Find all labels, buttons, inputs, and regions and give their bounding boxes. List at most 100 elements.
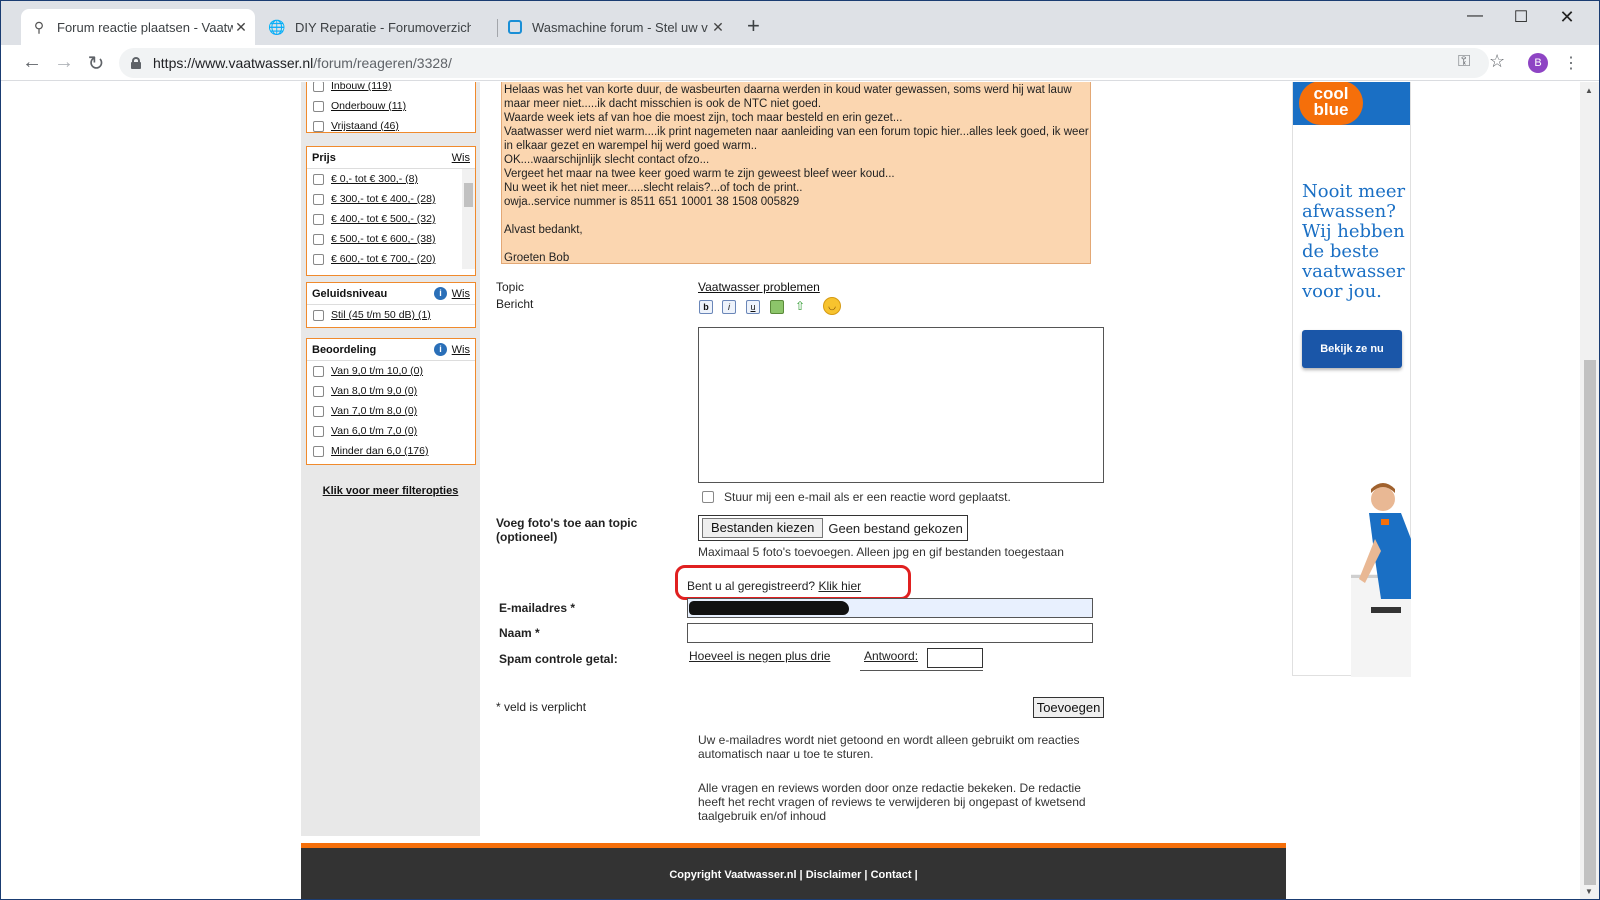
image-insert-icon[interactable] xyxy=(770,300,784,314)
filter-item-label[interactable]: Van 7,0 t/m 8,0 (0) xyxy=(331,405,417,417)
checkbox[interactable] xyxy=(313,233,324,245)
page-scrollbar[interactable]: ▲ ▼ xyxy=(1580,82,1599,899)
menu-kebab-icon[interactable]: ⋮ xyxy=(1563,53,1579,73)
key-icon[interactable]: ⚿ xyxy=(1458,53,1470,71)
filter-item[interactable]: Stil (45 t/m 50 dB) (1) xyxy=(307,305,475,325)
italic-button[interactable]: i xyxy=(722,300,736,314)
filter-item[interactable]: € 300,- tot € 400,- (28) xyxy=(307,189,475,209)
filter-item-label[interactable]: Minder dan 6,0 (176) xyxy=(331,445,428,457)
address-bar[interactable]: https://www.vaatwasser.nl/forum/reageren… xyxy=(119,48,1489,78)
checkbox[interactable] xyxy=(313,385,324,397)
file-upload[interactable]: Bestanden kiezen Geen bestand gekozen xyxy=(698,515,968,541)
filter-item[interactable]: € 600,- tot € 700,- (20) xyxy=(307,249,475,269)
coolblue-ad[interactable]: cool blue Nooit meer afwassen? Wij hebben… xyxy=(1292,82,1411,677)
filter-item-label[interactable]: Van 8,0 t/m 9,0 (0) xyxy=(331,385,417,397)
info-icon[interactable]: i xyxy=(434,343,447,356)
scroll-down-icon[interactable]: ▼ xyxy=(1585,887,1593,896)
topic-link[interactable]: Vaatwasser problemen xyxy=(698,280,820,294)
topic-label: Topic xyxy=(496,280,525,294)
filter-item[interactable]: € 400,- tot € 500,- (32) xyxy=(307,209,475,229)
scroll-up-icon[interactable]: ▲ xyxy=(1585,86,1593,95)
required-note: * veld is verplicht xyxy=(496,700,587,714)
name-label: Naam * xyxy=(499,626,540,640)
back-arrow-icon[interactable]: ← xyxy=(20,51,44,74)
smiley-icon[interactable]: ◡ xyxy=(823,297,841,315)
spam-answer-field[interactable] xyxy=(927,648,983,668)
filter-item-label[interactable]: Van 9,0 t/m 10,0 (0) xyxy=(331,365,423,377)
filter-item-label[interactable]: € 300,- tot € 400,- (28) xyxy=(331,193,435,205)
tab-forum-reactie[interactable]: ⚲ Forum reactie plaatsen - Vaatwasser.nl… xyxy=(21,9,255,45)
moderation-note: Alle vragen en reviews worden door onze … xyxy=(698,781,1086,823)
clear-price-link[interactable]: Wis xyxy=(452,152,470,164)
login-link[interactable]: Klik hier xyxy=(818,579,861,593)
checkbox[interactable] xyxy=(313,309,324,321)
checkbox[interactable] xyxy=(313,82,324,92)
submit-button[interactable]: Toevoegen xyxy=(1033,697,1104,718)
filter-item[interactable]: € 500,- tot € 600,- (38) xyxy=(307,229,475,249)
reload-icon[interactable]: ↻ xyxy=(84,51,108,76)
filter-item[interactable]: Inbouw (119) xyxy=(307,82,475,96)
wasmachine-favicon-icon xyxy=(508,20,522,34)
filter-item[interactable]: Van 6,0 t/m 7,0 (0) xyxy=(307,421,475,441)
underline-button[interactable]: u xyxy=(746,300,760,314)
filter-item[interactable]: Van 7,0 t/m 8,0 (0) xyxy=(307,401,475,421)
link-insert-icon[interactable]: ⇧ xyxy=(793,300,807,314)
star-icon[interactable]: ☆ xyxy=(1489,51,1505,72)
choose-files-button[interactable]: Bestanden kiezen xyxy=(702,518,824,538)
filter-item-label[interactable]: Onderbouw (11) xyxy=(331,100,406,112)
notify-checkbox[interactable] xyxy=(702,491,714,503)
filter-scrollbar[interactable] xyxy=(462,169,475,269)
filter-item-label[interactable]: Stil (45 t/m 50 dB) (1) xyxy=(331,309,431,321)
filter-item[interactable]: Vrijstaand (46) xyxy=(307,116,475,136)
filter-item-label[interactable]: Van 6,0 t/m 7,0 (0) xyxy=(331,425,417,437)
profile-avatar[interactable]: B xyxy=(1528,53,1548,73)
checkbox[interactable] xyxy=(313,213,324,225)
filter-item-label[interactable]: € 500,- tot € 600,- (38) xyxy=(331,233,435,245)
page-scroll-thumb[interactable] xyxy=(1584,360,1596,885)
bold-button[interactable]: b xyxy=(699,300,713,314)
more-filters-link[interactable]: Klik voor meer filteropties xyxy=(301,485,480,497)
tab-diy-reparatie[interactable]: 🌐 DIY Reparatie - Forumoverzicht xyxy=(259,9,489,45)
checkbox[interactable] xyxy=(313,405,324,417)
maximize-icon[interactable]: ☐ xyxy=(1498,7,1544,27)
filter-item-label[interactable]: € 600,- tot € 700,- (20) xyxy=(331,253,435,265)
filter-item[interactable]: € 0,- tot € 300,- (8) xyxy=(307,169,475,189)
window-close-icon[interactable]: ✕ xyxy=(1544,7,1590,28)
filter-price-box: Prijs Wis € 0,- tot € 300,- (8) € 300,- t… xyxy=(306,146,476,276)
filter-type-box: Inbouw (119) Onderbouw (11) Vrijstaand (… xyxy=(306,82,476,133)
ad-cta-button[interactable]: Bekijk ze nu xyxy=(1302,330,1402,368)
checkbox[interactable] xyxy=(313,173,324,185)
clear-noise-link[interactable]: Wis xyxy=(452,288,470,300)
filter-item-label[interactable]: € 400,- tot € 500,- (32) xyxy=(331,213,435,225)
forward-arrow-icon[interactable]: → xyxy=(52,51,76,74)
filter-item-label[interactable]: Inbouw (119) xyxy=(331,82,392,92)
divider xyxy=(860,670,983,671)
minimize-icon[interactable]: — xyxy=(1452,7,1498,25)
filter-item-label[interactable]: € 0,- tot € 300,- (8) xyxy=(331,173,418,185)
filter-item[interactable]: Van 8,0 t/m 9,0 (0) xyxy=(307,381,475,401)
disclaimer-link[interactable]: Disclaimer xyxy=(806,869,862,881)
filter-scroll-thumb[interactable] xyxy=(464,183,473,207)
filter-item-label[interactable]: Vrijstaand (46) xyxy=(331,120,399,132)
checkbox[interactable] xyxy=(313,120,324,132)
new-tab-plus-icon[interactable]: + xyxy=(747,13,760,39)
filter-item[interactable]: Onderbouw (11) xyxy=(307,96,475,116)
notify-option[interactable]: Stuur mij een e-mail als er een reactie … xyxy=(702,490,1011,504)
message-textarea[interactable] xyxy=(698,327,1104,483)
checkbox[interactable] xyxy=(313,100,324,112)
filter-item[interactable]: Minder dan 6,0 (176) xyxy=(307,441,475,461)
checkbox[interactable] xyxy=(313,445,324,457)
info-icon[interactable]: i xyxy=(434,287,447,300)
tab-close-icon[interactable]: ✕ xyxy=(233,19,249,36)
checkbox[interactable] xyxy=(313,253,324,265)
copyright-link[interactable]: Copyright Vaatwasser.nl xyxy=(669,869,796,881)
checkbox[interactable] xyxy=(313,425,324,437)
contact-link[interactable]: Contact xyxy=(871,869,912,881)
clear-rating-link[interactable]: Wis xyxy=(452,344,470,356)
checkbox[interactable] xyxy=(313,193,324,205)
name-field[interactable] xyxy=(687,623,1093,643)
tab-close-icon[interactable]: ✕ xyxy=(710,19,726,36)
filter-item[interactable]: Van 9,0 t/m 10,0 (0) xyxy=(307,361,475,381)
tab-wasmachine-forum[interactable]: Wasmachine forum - Stel uw vraag ✕ xyxy=(498,9,732,45)
checkbox[interactable] xyxy=(313,365,324,377)
